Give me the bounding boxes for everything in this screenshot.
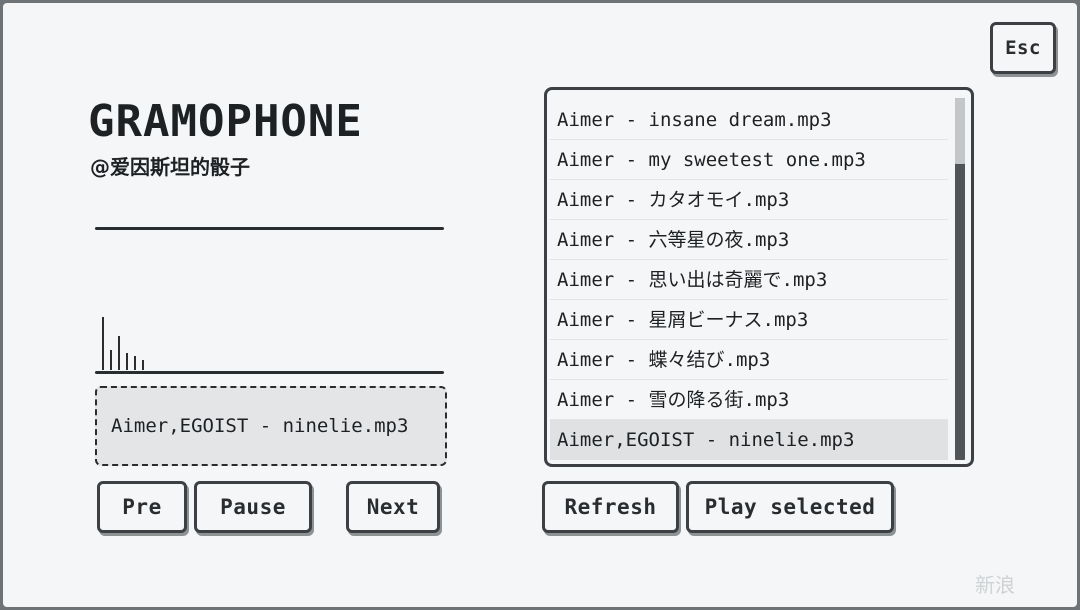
playlist-items: Aimer - insane dream.mp3 Aimer - my swee… [550, 100, 948, 460]
refresh-button[interactable]: Refresh [542, 481, 679, 533]
pause-button[interactable]: Pause [194, 481, 312, 533]
now-playing-display: Aimer,EGOIST - ninelie.mp3 [95, 386, 447, 466]
esc-button[interactable]: Esc [990, 22, 1056, 74]
watermark-text: 新浪 [975, 573, 1015, 597]
visualizer-baseline [95, 371, 444, 374]
previous-button[interactable]: Pre [97, 481, 187, 533]
next-button[interactable]: Next [346, 481, 440, 533]
playlist-item[interactable]: Aimer - 雪の降る街.mp3 [550, 380, 948, 420]
playlist-item[interactable]: Aimer - カタオモイ.mp3 [550, 180, 948, 220]
playlist-item[interactable]: Aimer - 蝶々结び.mp3 [550, 340, 948, 380]
playlist-item[interactable]: Aimer - 星屑ビーナス.mp3 [550, 300, 948, 340]
playlist-item[interactable]: Aimer - 思い出は奇麗で.mp3 [550, 260, 948, 300]
progress-bar[interactable] [95, 227, 444, 230]
playlist-item[interactable]: Aimer,EGOIST - ninelie.mp3 [550, 420, 948, 460]
playlist-item[interactable]: Aimer - insane dream.mp3 [550, 100, 948, 140]
gramophone-window: Esc GRAMOPHONE @爱因斯坦的骰子 Aimer,EGOIST - n… [3, 3, 1077, 607]
playlist-item[interactable]: Aimer - my sweetest one.mp3 [550, 140, 948, 180]
play-selected-button[interactable]: Play selected [686, 481, 894, 533]
app-title: GRAMOPHONE [88, 96, 363, 147]
scrollbar-thumb[interactable] [955, 98, 965, 164]
playlist-listbox[interactable]: Aimer - insane dream.mp3 Aimer - my swee… [544, 87, 974, 467]
now-playing-title: Aimer,EGOIST - ninelie.mp3 [111, 415, 409, 437]
playlist-scrollbar[interactable] [955, 98, 965, 460]
playlist-item[interactable]: Aimer - 六等星の夜.mp3 [550, 220, 948, 260]
app-subtitle: @爱因斯坦的骰子 [90, 155, 250, 179]
